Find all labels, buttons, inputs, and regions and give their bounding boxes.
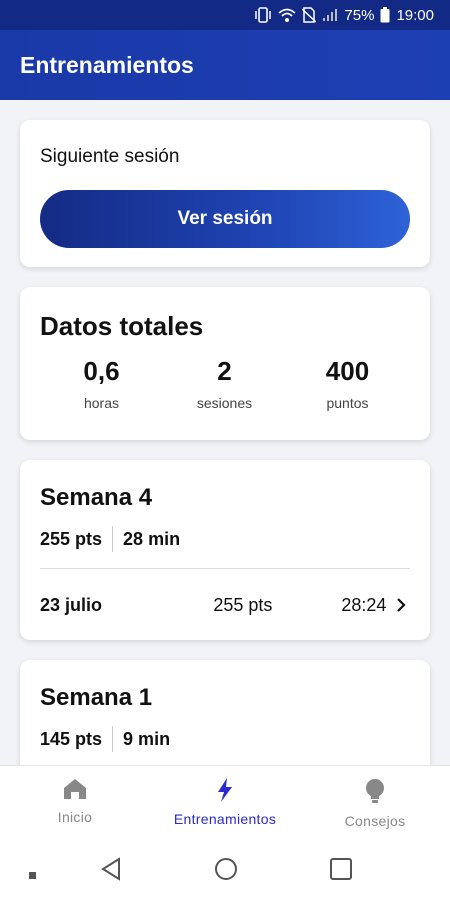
session-points: 255 pts <box>213 594 273 615</box>
view-session-button[interactable]: Ver sesión <box>40 190 410 248</box>
week-points: 255 pts <box>40 528 103 549</box>
next-session-card: Siguiente sesión Ver sesión <box>20 120 430 267</box>
stat-unit: puntos <box>326 395 369 411</box>
nav-label: Inicio <box>57 809 93 825</box>
wifi-icon <box>278 8 297 23</box>
week-minutes: 9 min <box>123 728 171 749</box>
stat-value: 400 <box>325 356 370 386</box>
totals-title: Datos totales <box>40 311 204 341</box>
nav-item-trainings[interactable]: Entrenamientos <box>150 766 300 840</box>
summary-divider <box>112 726 114 752</box>
totals-stats: 0,6 horas 2 sesiones 400 puntos <box>40 356 410 411</box>
session-row[interactable]: 23 julio 255 pts 28:24 <box>40 569 410 641</box>
session-duration: 28:24 <box>341 594 387 615</box>
stat-unit: horas <box>83 395 120 411</box>
next-session-label: Siguiente sesión <box>40 146 180 167</box>
stat-points: 400 puntos <box>286 356 409 411</box>
stat-value: 2 <box>217 356 232 386</box>
status-bar: 75% 19:00 <box>0 0 450 30</box>
app-bar: Entrenamientos <box>0 30 450 100</box>
no-sim-icon <box>302 7 317 23</box>
week-card: Semana 4 255 pts 28 min 23 julio 255 pts… <box>20 460 430 640</box>
dot-icon[interactable] <box>29 867 37 885</box>
page-title: Entrenamientos <box>20 51 194 78</box>
stat-value: 0,6 <box>83 356 120 386</box>
nav-item-home[interactable]: Inicio <box>0 766 150 840</box>
bottom-nav: Inicio Entrenamientos Consejos <box>0 765 450 840</box>
nav-label: Consejos <box>344 813 406 829</box>
signal-icon <box>322 8 338 22</box>
home-circle-icon[interactable] <box>214 857 238 886</box>
vibrate-icon <box>254 7 272 23</box>
lightbulb-icon <box>364 778 386 809</box>
week-summary: 145 pts 9 min <box>40 726 410 752</box>
home-icon <box>63 778 87 805</box>
week-summary: 255 pts 28 min <box>40 526 410 552</box>
session-date: 23 julio <box>40 594 103 615</box>
bolt-icon <box>217 778 233 807</box>
stat-hours: 0,6 horas <box>40 356 163 411</box>
recents-icon[interactable] <box>329 857 353 886</box>
week-points: 145 pts <box>40 728 103 749</box>
battery-percent: 75% <box>344 6 375 24</box>
summary-divider <box>112 526 114 552</box>
totals-card: Datos totales 0,6 horas 2 sesiones 400 p… <box>20 287 430 440</box>
system-nav-bar <box>0 840 450 900</box>
nav-item-tips[interactable]: Consejos <box>300 766 450 840</box>
stat-unit: sesiones <box>196 395 253 411</box>
content-scroll[interactable]: Siguiente sesión Ver sesión Datos totale… <box>0 100 450 765</box>
week-minutes: 28 min <box>123 528 181 549</box>
nav-label: Entrenamientos <box>173 811 277 827</box>
back-icon[interactable] <box>100 857 122 886</box>
week-title: Semana 4 <box>40 484 153 511</box>
battery-icon <box>380 7 390 23</box>
clock: 19:00 <box>396 6 434 24</box>
week-title: Semana 1 <box>40 684 153 711</box>
week-card: Semana 1 145 pts 9 min <box>20 660 430 765</box>
stat-sessions: 2 sesiones <box>163 356 286 411</box>
chevron-right-icon <box>396 597 410 613</box>
